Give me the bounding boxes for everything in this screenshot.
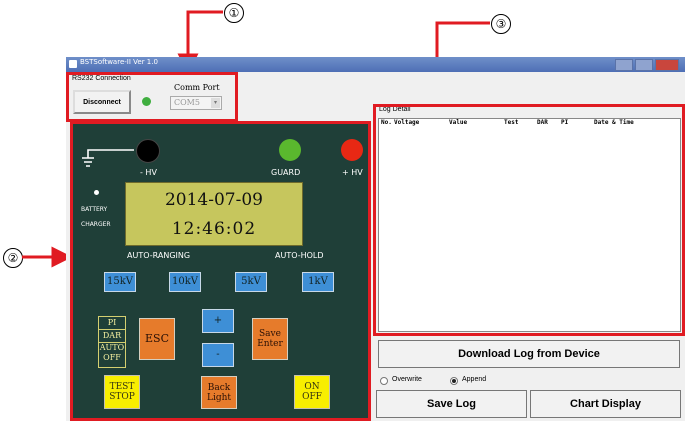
overwrite-label: Overwrite bbox=[392, 376, 422, 383]
chart-display-button[interactable]: Chart Display bbox=[530, 390, 681, 418]
mode-pi[interactable]: PI bbox=[99, 317, 125, 330]
lcd-display: 2014-07-09 12:46:02 bbox=[125, 182, 303, 246]
auto-ranging-label: AUTO-RANGING bbox=[127, 251, 191, 260]
test-stop-button[interactable]: TEST STOP bbox=[104, 375, 140, 409]
append-radio[interactable] bbox=[450, 377, 458, 385]
download-log-button[interactable]: Download Log from Device bbox=[378, 340, 680, 368]
save-enter-button[interactable]: Save Enter bbox=[252, 318, 288, 360]
minus-hv-label: - HV bbox=[140, 168, 157, 177]
title-bar: BSTSoftware-II Ver 1.0 bbox=[66, 57, 685, 72]
log-col-voltage: Voltage bbox=[394, 119, 420, 126]
plus-hv-terminal bbox=[341, 139, 363, 161]
lcd-time: 12:46:02 bbox=[171, 219, 257, 239]
disconnect-button[interactable]: Disconnect bbox=[73, 90, 131, 114]
mode-selector[interactable]: PI DAR AUTO OFF bbox=[98, 316, 126, 368]
log-table[interactable]: No. Voltage Value Test DAR PI Date & Tim… bbox=[378, 118, 681, 332]
guard-label: GUARD bbox=[271, 168, 301, 177]
log-col-value: Value bbox=[449, 119, 468, 126]
voltage-5kv-button[interactable]: 5kV bbox=[235, 272, 267, 292]
log-col-test: Test bbox=[504, 119, 519, 126]
overwrite-radio[interactable] bbox=[380, 377, 388, 385]
comm-port-value: COM5 bbox=[174, 98, 200, 107]
voltage-15kv-button[interactable]: 15kV bbox=[104, 272, 136, 292]
log-col-datetime: Date & Time bbox=[594, 119, 634, 126]
app-icon bbox=[69, 60, 77, 68]
connection-label: RS232 Connection bbox=[72, 75, 131, 82]
comm-port-select[interactable]: COM5 ▾ bbox=[170, 96, 222, 110]
on-off-button[interactable]: ON OFF bbox=[294, 375, 330, 409]
save-log-button[interactable]: Save Log bbox=[376, 390, 527, 418]
mode-off[interactable]: OFF bbox=[99, 353, 125, 363]
voltage-10kv-button[interactable]: 10kV bbox=[169, 272, 201, 292]
close-button[interactable] bbox=[655, 59, 679, 71]
battery-label: BATTERY bbox=[81, 206, 108, 213]
plus-hv-label: + HV bbox=[342, 168, 363, 177]
voltage-1kv-button[interactable]: 1kV bbox=[302, 272, 334, 292]
up-button[interactable]: + bbox=[202, 309, 234, 333]
window-title: BSTSoftware-II Ver 1.0 bbox=[80, 58, 158, 66]
log-col-no: No. bbox=[381, 119, 392, 126]
chevron-down-icon: ▾ bbox=[211, 98, 220, 108]
back-light-button[interactable]: Back Light bbox=[201, 376, 237, 409]
lcd-date: 2014-07-09 bbox=[164, 190, 263, 210]
append-radio-dot bbox=[452, 379, 456, 383]
down-button[interactable]: - bbox=[202, 343, 234, 367]
minimize-button[interactable] bbox=[615, 59, 633, 71]
battery-led bbox=[94, 190, 99, 195]
comm-port-label: Comm Port bbox=[174, 83, 220, 92]
maximize-button[interactable] bbox=[635, 59, 653, 71]
log-col-pi: PI bbox=[561, 119, 569, 126]
mode-dar[interactable]: DAR bbox=[99, 330, 125, 343]
auto-hold-label: AUTO-HOLD bbox=[275, 251, 324, 260]
mode-auto[interactable]: AUTO bbox=[99, 343, 125, 353]
connection-status-led bbox=[142, 97, 151, 106]
charger-label: CHARGER bbox=[81, 221, 111, 228]
log-header-row: No. Voltage Value Test DAR PI Date & Tim… bbox=[379, 119, 680, 129]
log-col-dar: DAR bbox=[537, 119, 548, 126]
esc-button[interactable]: ESC bbox=[139, 318, 175, 360]
minus-hv-terminal bbox=[136, 139, 160, 163]
append-label: Append bbox=[462, 376, 487, 383]
guard-terminal bbox=[279, 139, 301, 161]
